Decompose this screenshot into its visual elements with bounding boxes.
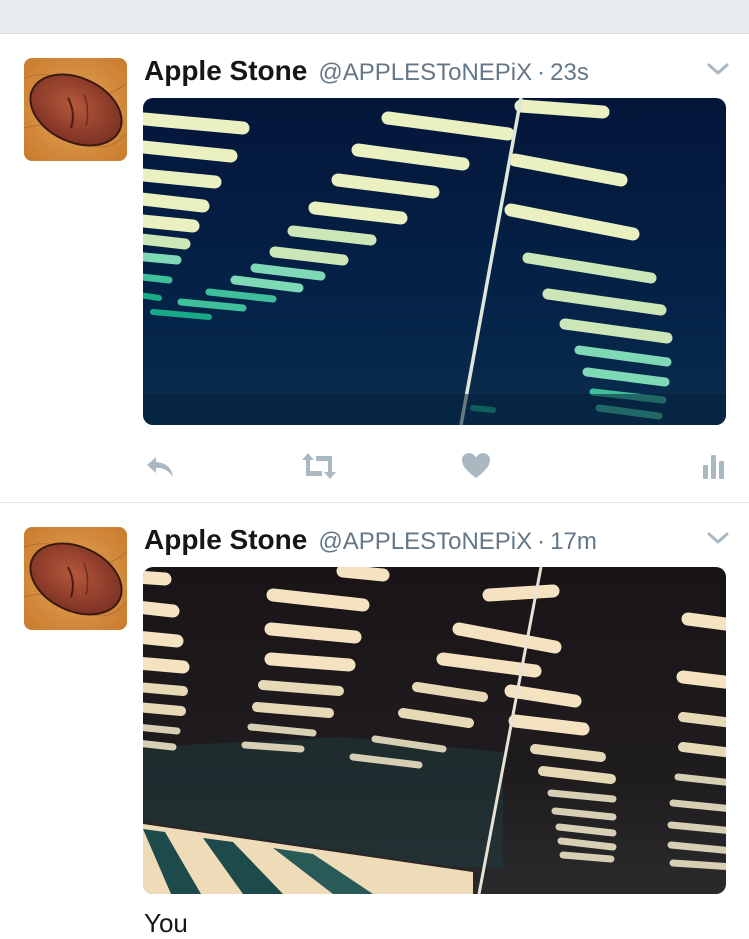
tweet-text: You	[144, 908, 188, 938]
tweet[interactable]: Apple Stone @APPLESToNEPiX · 23s	[0, 34, 749, 503]
tweet-header: Apple Stone @APPLESToNEPiX · 23s	[144, 55, 589, 89]
author-handle[interactable]: @APPLESToNEPiX	[318, 528, 532, 556]
tweet-timestamp[interactable]: 23s	[550, 59, 589, 87]
author-handle[interactable]: @APPLESToNEPiX	[318, 59, 532, 87]
avatar[interactable]	[24, 58, 127, 161]
timeline-top-band	[0, 0, 749, 34]
meta-separator: ·	[537, 528, 546, 555]
author-name[interactable]: Apple Stone	[144, 524, 307, 556]
tweet-media-image[interactable]	[143, 567, 726, 894]
chevron-down-icon[interactable]	[707, 61, 729, 77]
avatar[interactable]	[24, 527, 127, 630]
tweet-media-image[interactable]	[143, 98, 726, 425]
tweet-actions	[144, 449, 730, 483]
chevron-down-icon[interactable]	[707, 530, 729, 546]
author-name[interactable]: Apple Stone	[144, 55, 307, 87]
like-icon[interactable]	[460, 449, 492, 483]
tweet[interactable]: Apple Stone @APPLESToNEPiX · 17m You	[0, 503, 749, 938]
meta-separator: ·	[537, 59, 546, 86]
tweet-header: Apple Stone @APPLESToNEPiX · 17m	[144, 524, 597, 558]
tweet-timestamp[interactable]: 17m	[550, 528, 597, 556]
retweet-icon[interactable]	[300, 449, 338, 483]
reply-icon[interactable]	[144, 449, 176, 483]
analytics-icon[interactable]	[701, 449, 727, 483]
